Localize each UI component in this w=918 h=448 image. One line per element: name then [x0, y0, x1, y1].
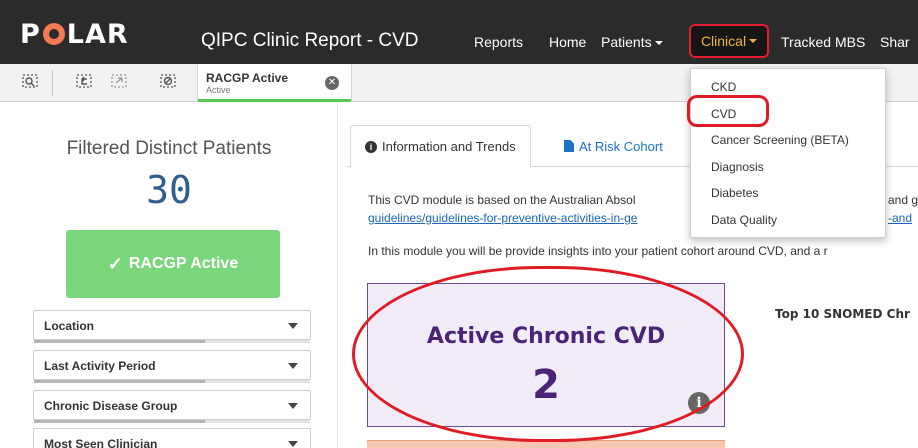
filter-location[interactable]: Location [33, 310, 311, 343]
check-icon: ✓ [107, 253, 123, 274]
close-icon[interactable]: ✕ [325, 76, 339, 90]
nav-patients-label: Patients [601, 34, 652, 50]
filter-progress-bar [34, 420, 310, 423]
nav-clinical-label: Clinical [700, 33, 747, 49]
top-navbar: P LAR QIPC Clinic Report - CVD Reports Ho… [0, 0, 918, 64]
filter-label: Last Activity Period [44, 359, 156, 373]
filter-chronic-disease-group[interactable]: Chronic Disease Group [33, 390, 311, 423]
nav-patients[interactable]: Patients [601, 34, 663, 50]
lasso-select-icon[interactable] [22, 74, 40, 90]
guidelines-link-text[interactable]: guidelines/guidelines-for-preventive-act… [368, 211, 637, 225]
chevron-down-icon [288, 403, 298, 409]
filter-most-seen-clinician[interactable]: Most Seen Clinician [33, 428, 311, 448]
nav-home[interactable]: Home [549, 34, 586, 50]
guidelines-link-tail[interactable]: -and [888, 211, 912, 225]
tab-label: At Risk Cohort [579, 138, 663, 154]
back-step-icon[interactable] [76, 74, 94, 90]
selection-chip-racgp[interactable]: RACGP Active Active ✕ [197, 64, 352, 102]
tab-at-risk-cohort[interactable]: At Risk Cohort [550, 125, 677, 167]
filter-label: Chronic Disease Group [44, 399, 178, 413]
clinical-dropdown-menu: CKD CVD Cancer Screening (BETA) Diagnosi… [690, 68, 886, 238]
filter-progress-bar [34, 340, 310, 343]
polar-logo-mark-icon [42, 23, 65, 45]
chevron-down-icon [288, 323, 298, 329]
racgp-active-button[interactable]: ✓ RACGP Active [66, 230, 280, 298]
menu-item-cancer-screening[interactable]: Cancer Screening (BETA) [711, 133, 849, 147]
selection-chip-value: Active [206, 85, 231, 95]
chevron-down-icon [288, 363, 298, 369]
app-title: QIPC Clinic Report - CVD [201, 30, 419, 51]
filter-label: Location [44, 319, 94, 333]
nav-clinical[interactable]: Clinical [689, 24, 769, 58]
module-description: This CVD module is based on the Australi… [368, 193, 635, 207]
filter-label: Most Seen Clinician [44, 437, 158, 448]
module-insights-text: In this module you will be provide insig… [368, 244, 828, 258]
menu-item-diabetes[interactable]: Diabetes [711, 186, 758, 200]
file-icon [564, 140, 574, 152]
clear-selections-icon[interactable] [160, 74, 178, 90]
nav-reports[interactable]: Reports [474, 34, 523, 50]
tab-label: Information and Trends [382, 139, 516, 154]
highlight-cvd-menu-item [687, 95, 769, 127]
chevron-down-icon [654, 41, 663, 46]
toolbar-divider [52, 70, 53, 96]
chevron-down-icon [749, 39, 758, 43]
module-description-tail: and g [888, 193, 918, 207]
guidelines-link[interactable]: guidelines/guidelines-for-preventive-act… [368, 211, 637, 225]
forward-step-icon[interactable] [111, 74, 129, 90]
filtered-patients-count: 30 [146, 168, 192, 212]
nav-tracked-mbs[interactable]: Tracked MBS [781, 34, 865, 50]
filter-progress-bar [34, 380, 310, 383]
top10-snomed-chart-title: Top 10 SNOMED Chr [775, 307, 910, 321]
filter-last-activity-period[interactable]: Last Activity Period [33, 350, 311, 383]
polar-logo[interactable]: P LAR [20, 19, 129, 50]
menu-item-data-quality[interactable]: Data Quality [711, 213, 777, 227]
filter-sidebar: Filtered Distinct Patients 30 ✓ RACGP Ac… [0, 102, 338, 448]
racgp-active-label: RACGP Active [128, 255, 239, 272]
tab-information-and-trends[interactable]: i Information and Trends [350, 125, 531, 168]
info-icon: i [365, 140, 377, 153]
selection-chip-title: RACGP Active [206, 71, 289, 85]
filtered-patients-title: Filtered Distinct Patients [66, 138, 272, 159]
module-description-text: This CVD module is based on the Australi… [368, 193, 636, 207]
highlight-kpi-card [352, 266, 744, 442]
nav-share[interactable]: Shar [880, 34, 910, 50]
chevron-down-icon [288, 441, 298, 447]
menu-item-ckd[interactable]: CKD [711, 80, 736, 94]
menu-item-diagnosis[interactable]: Diagnosis [711, 160, 764, 174]
